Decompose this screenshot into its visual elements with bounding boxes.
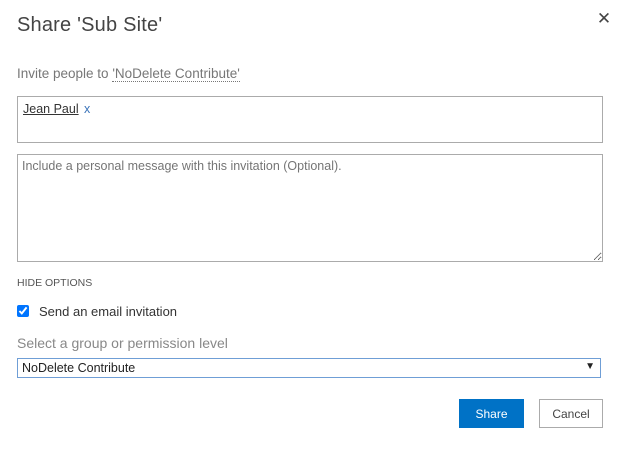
people-picker-input[interactable]: Jean Paul x — [17, 96, 603, 143]
hide-options-link[interactable]: HIDE OPTIONS — [17, 277, 92, 289]
permission-select-label: Select a group or permission level — [17, 335, 228, 351]
person-token[interactable]: Jean Paul — [23, 102, 79, 116]
send-email-label[interactable]: Send an email invitation — [39, 304, 177, 319]
permission-select[interactable]: NoDelete Contribute ▼ — [17, 358, 601, 378]
send-email-checkbox[interactable] — [17, 305, 29, 317]
dialog-title: Share 'Sub Site' — [17, 14, 163, 36]
cancel-button[interactable]: Cancel — [539, 399, 603, 428]
person-name[interactable]: Jean Paul — [23, 102, 79, 116]
permission-select-value: NoDelete Contribute — [22, 361, 136, 375]
close-icon[interactable]: ✕ — [596, 9, 612, 29]
invite-label: Invite people to 'NoDelete Contribute' — [17, 66, 240, 82]
share-button[interactable]: Share — [459, 399, 524, 428]
invite-group-link[interactable]: 'NoDelete Contribute' — [112, 66, 240, 82]
personal-message-input[interactable] — [17, 154, 603, 262]
dropdown-arrow-icon: ▼ — [585, 361, 595, 372]
remove-person-icon[interactable]: x — [84, 102, 90, 116]
remove-person-button[interactable]: x — [80, 102, 90, 116]
invite-prefix: Invite people to — [17, 66, 113, 81]
